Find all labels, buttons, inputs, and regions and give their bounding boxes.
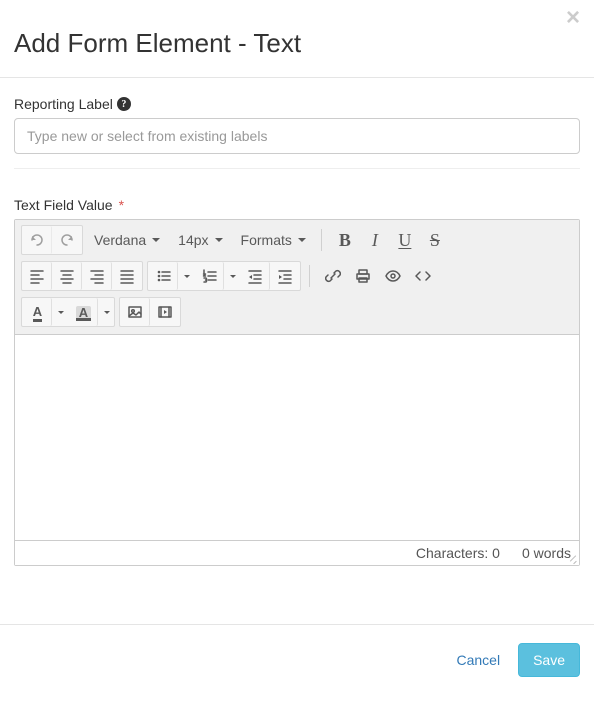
font-family-value: Verdana — [94, 232, 146, 248]
save-button[interactable]: Save — [518, 643, 580, 677]
editor-toolbar: Verdana 14px Formats B I — [15, 220, 579, 335]
outdent-icon — [247, 268, 263, 284]
strikethrough-icon: S — [430, 231, 440, 249]
underline-icon: U — [398, 231, 411, 249]
text-field-value-label: Text Field Value — [14, 197, 113, 213]
insert-media-button[interactable] — [150, 298, 180, 326]
insert-image-button[interactable] — [120, 298, 150, 326]
align-center-button[interactable] — [52, 262, 82, 290]
cancel-button[interactable]: Cancel — [456, 652, 500, 668]
indent-icon — [277, 268, 293, 284]
required-marker: * — [119, 197, 124, 213]
redo-icon — [59, 232, 75, 248]
align-left-icon — [29, 268, 45, 284]
chevron-down-icon — [184, 275, 190, 278]
font-size-value: 14px — [178, 232, 208, 248]
chevron-down-icon — [104, 311, 110, 314]
words-counter: 0 words — [522, 545, 571, 561]
chevron-down-icon — [58, 311, 64, 314]
numbered-list-icon — [202, 268, 218, 284]
text-color-button[interactable]: A — [22, 298, 52, 326]
align-right-icon — [89, 268, 105, 284]
reporting-label-input[interactable] — [14, 118, 580, 154]
resize-handle[interactable] — [567, 553, 577, 563]
redo-button[interactable] — [52, 226, 82, 254]
eye-icon — [385, 268, 401, 284]
modal-title: Add Form Element - Text — [14, 28, 580, 59]
undo-icon — [29, 232, 45, 248]
rich-text-editor: Verdana 14px Formats B I — [14, 219, 580, 566]
bullet-list-dropdown[interactable] — [178, 262, 194, 290]
italic-icon: I — [372, 231, 378, 249]
bullet-list-button[interactable] — [148, 262, 178, 290]
divider — [14, 168, 580, 169]
bold-icon: B — [339, 231, 351, 249]
numbered-list-dropdown[interactable] — [224, 262, 240, 290]
text-color-icon: A — [33, 305, 42, 320]
link-icon — [325, 268, 341, 284]
align-left-button[interactable] — [22, 262, 52, 290]
underline-button[interactable]: U — [390, 225, 420, 255]
toolbar-divider — [309, 265, 310, 287]
align-justify-button[interactable] — [112, 262, 142, 290]
help-icon[interactable]: ? — [117, 97, 131, 111]
close-icon[interactable]: × — [566, 6, 580, 30]
toolbar-divider — [321, 229, 322, 251]
chevron-down-icon — [298, 238, 306, 242]
formats-label: Formats — [241, 232, 292, 248]
undo-button[interactable] — [22, 226, 52, 254]
image-icon — [127, 304, 143, 320]
reporting-label-text: Reporting Label — [14, 96, 113, 112]
chevron-down-icon — [152, 238, 160, 242]
font-family-dropdown[interactable]: Verdana — [85, 225, 169, 255]
align-right-button[interactable] — [82, 262, 112, 290]
outdent-button[interactable] — [240, 262, 270, 290]
bullet-list-icon — [156, 268, 172, 284]
code-icon — [415, 268, 431, 284]
print-button[interactable] — [348, 261, 378, 291]
font-size-dropdown[interactable]: 14px — [169, 225, 231, 255]
bold-button[interactable]: B — [330, 225, 360, 255]
numbered-list-button[interactable] — [194, 262, 224, 290]
media-icon — [157, 304, 173, 320]
strikethrough-button[interactable]: S — [420, 225, 450, 255]
text-color-dropdown[interactable] — [52, 298, 68, 326]
code-button[interactable] — [408, 261, 438, 291]
chevron-down-icon — [230, 275, 236, 278]
background-color-icon: A — [76, 306, 91, 319]
characters-counter: Characters: 0 — [416, 545, 500, 561]
formats-dropdown[interactable]: Formats — [232, 225, 315, 255]
editor-content-area[interactable] — [15, 335, 579, 540]
editor-statusbar: Characters: 0 0 words — [15, 540, 579, 565]
align-center-icon — [59, 268, 75, 284]
italic-button[interactable]: I — [360, 225, 390, 255]
indent-button[interactable] — [270, 262, 300, 290]
chevron-down-icon — [215, 238, 223, 242]
print-icon — [355, 268, 371, 284]
align-justify-icon — [119, 268, 135, 284]
link-button[interactable] — [318, 261, 348, 291]
background-color-button[interactable]: A — [68, 298, 98, 326]
background-color-dropdown[interactable] — [98, 298, 114, 326]
preview-button[interactable] — [378, 261, 408, 291]
